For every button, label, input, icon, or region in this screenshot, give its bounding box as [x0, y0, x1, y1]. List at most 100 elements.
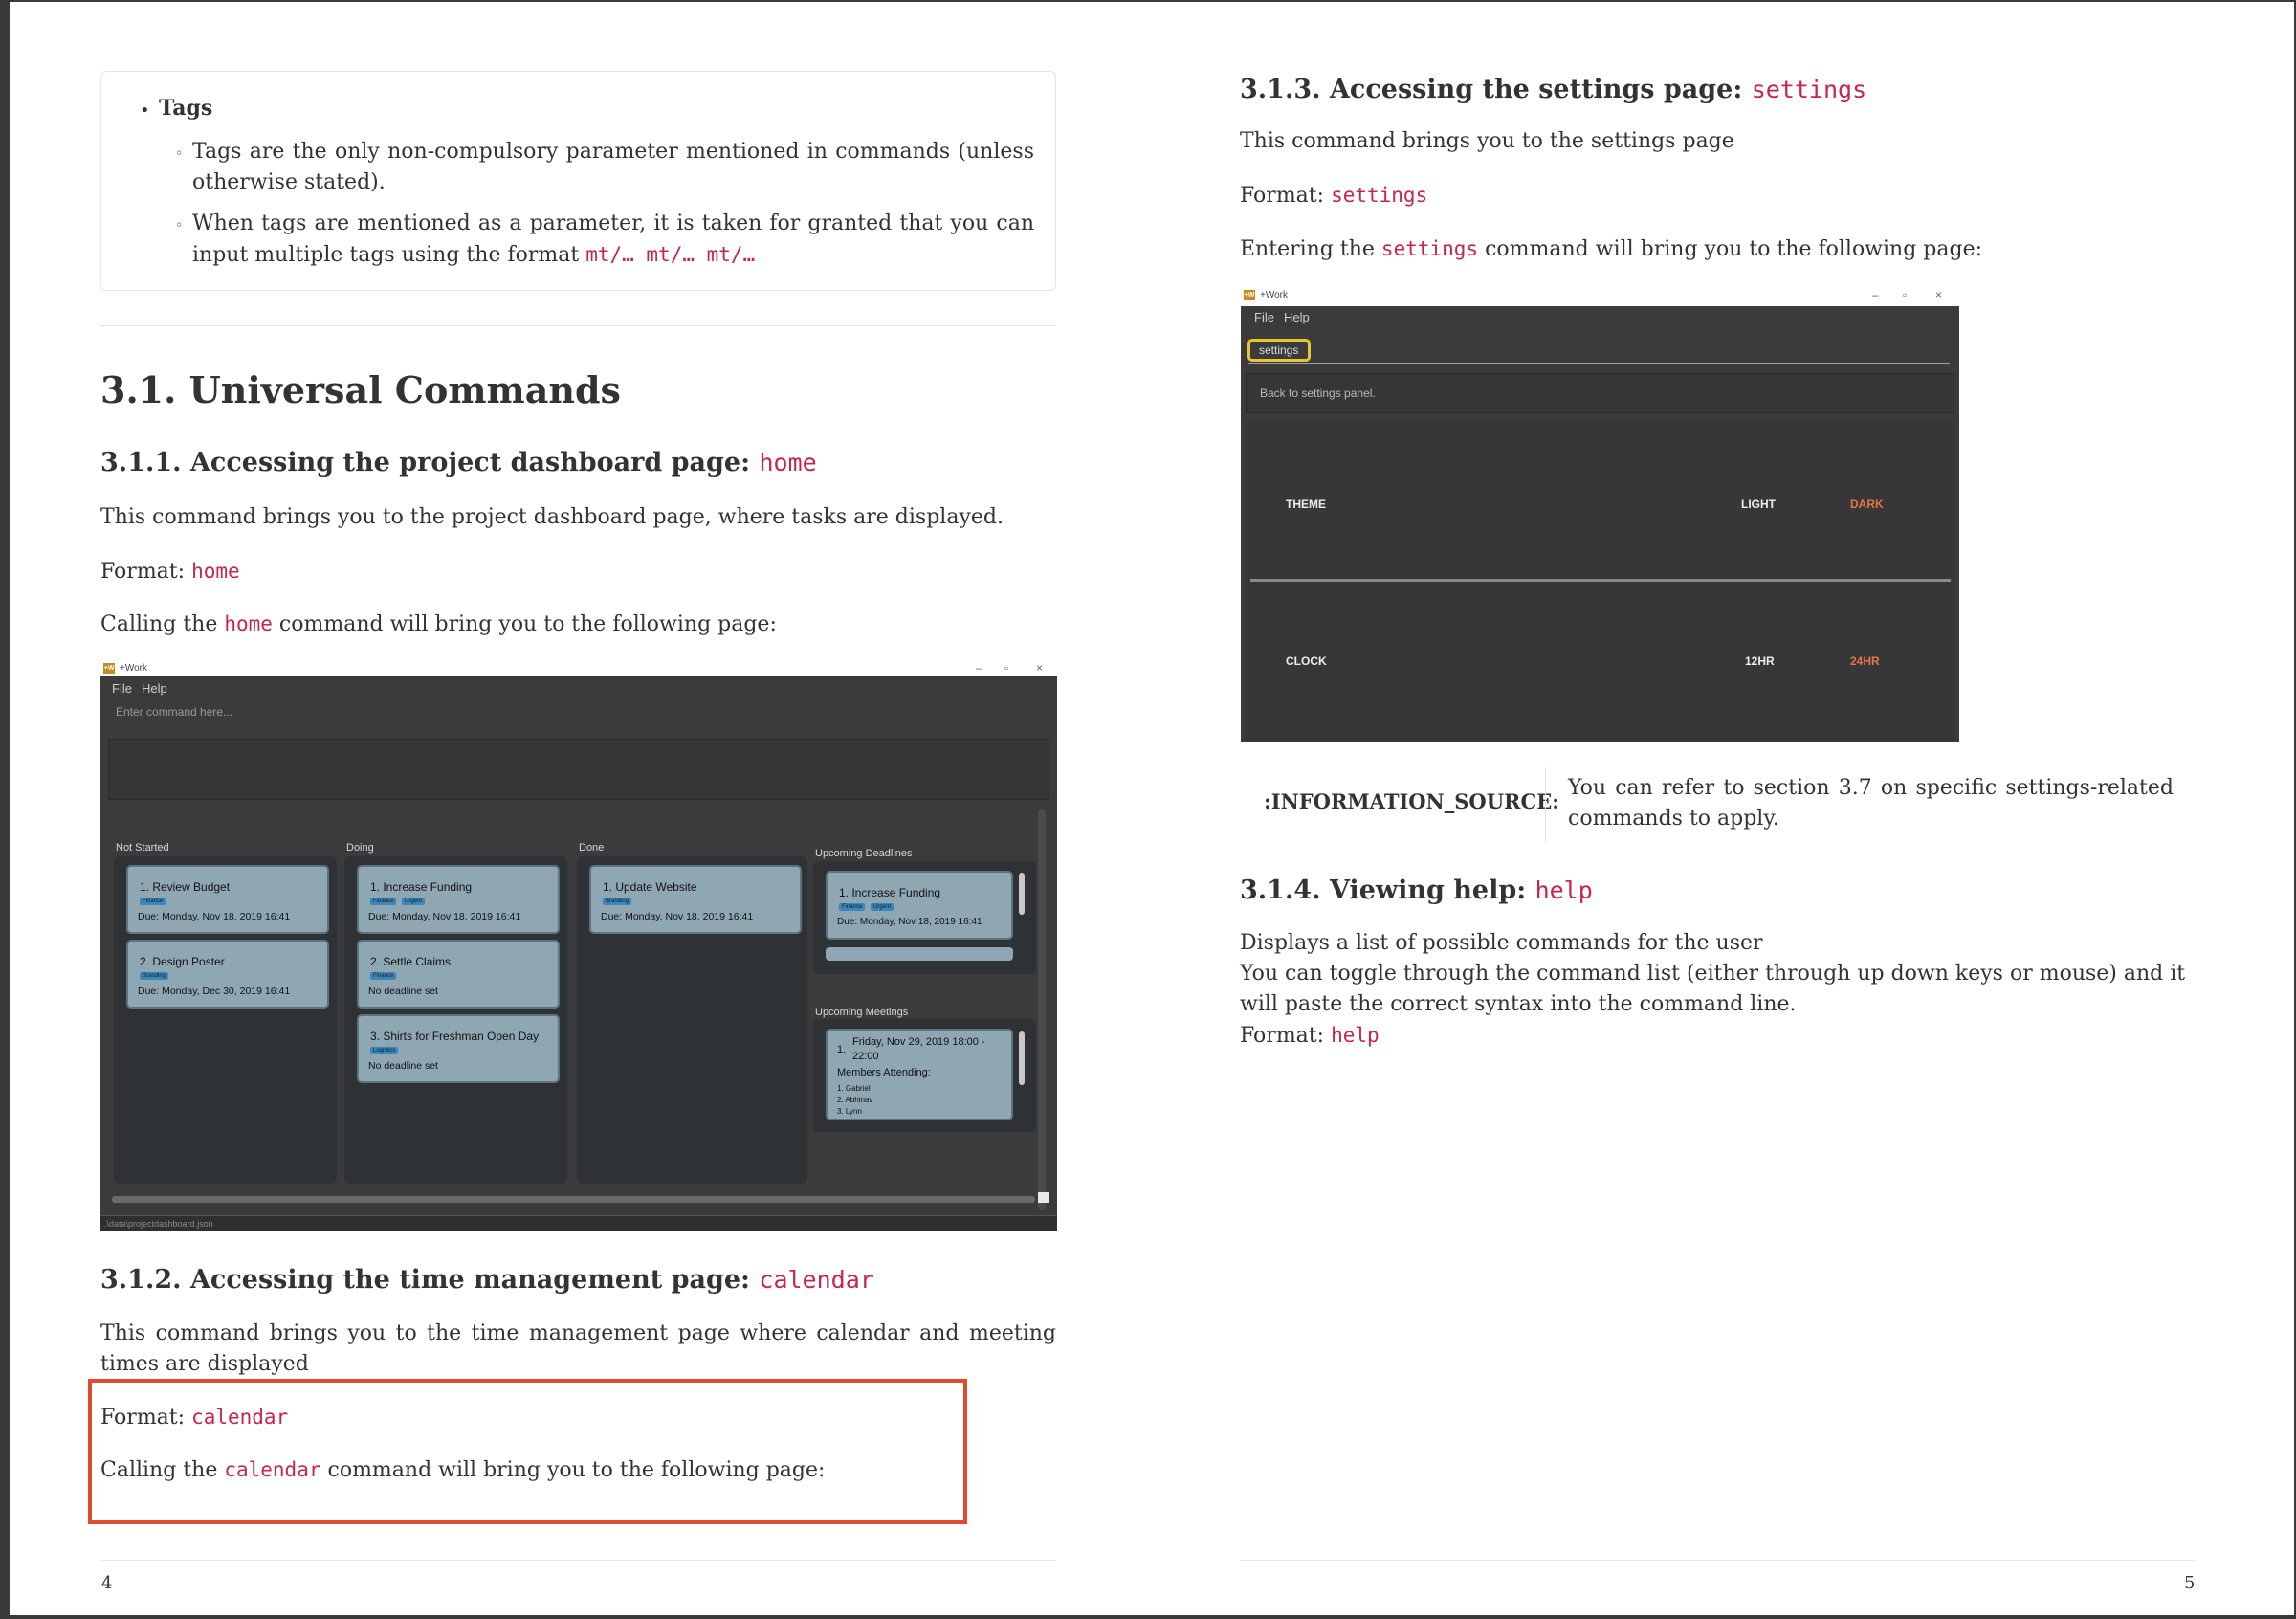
command-input[interactable]: Enter command here...: [112, 702, 1045, 721]
help-heading-text: 3.1.4. Viewing help:: [1240, 876, 1527, 905]
tags-item-2: When tags are mentioned as a parameter, …: [192, 209, 1034, 271]
task-title: 1. Increase Funding: [370, 880, 473, 894]
help-heading: 3.1.4. Viewing help: help: [1240, 876, 1593, 905]
tags-note-box: • Tags ◦ Tags are the only non-compulsor…: [100, 71, 1056, 291]
highlight-box: [88, 1379, 967, 1524]
footer-divider: [100, 1560, 1056, 1561]
minimize-icon[interactable]: –: [1872, 288, 1879, 301]
meeting-member: 2. Abhinav: [837, 1096, 873, 1104]
meeting-members-label: Members Attending:: [837, 1067, 931, 1078]
divider: [100, 325, 1056, 326]
help-description: Displays a list of possible commands for…: [1240, 928, 2197, 1052]
task-tag: Urgent: [402, 898, 426, 905]
calendar-heading-text: 3.1.2. Accessing the time management pag…: [100, 1265, 750, 1295]
window-title: +Work: [120, 663, 147, 674]
sub-bullet-icon: ◦: [175, 218, 184, 233]
maximize-icon[interactable]: ▫: [1903, 288, 1907, 301]
deadline-card[interactable]: 1. Increase Funding Finance Urgent Due: …: [826, 871, 1013, 940]
meeting-time-end: 22:00: [852, 1051, 879, 1062]
task-title: 3. Shirts for Freshman Open Day: [370, 1030, 540, 1043]
task-card[interactable]: 2. Design Poster Branding Due: Monday, D…: [126, 940, 329, 1009]
restore-icon[interactable]: ▫: [1004, 661, 1008, 675]
sub-bullet-icon: ◦: [175, 146, 184, 162]
menu-file[interactable]: File: [1254, 310, 1274, 324]
settings-screenshot: +W +Work – ▫ × File Help settings Back t…: [1241, 287, 1959, 742]
col-header-upcoming-deadlines: Upcoming Deadlines: [815, 848, 913, 859]
meeting-number: 1.: [837, 1044, 847, 1055]
settings-heading: 3.1.3. Accessing the settings page: sett…: [1240, 75, 1866, 104]
task-due: Due: Monday, Nov 18, 2019 16:41: [601, 911, 754, 922]
help-heading-code: help: [1534, 876, 1593, 904]
settings-divider: [1250, 579, 1951, 582]
status-bar: .\data\projectdashboard.json: [100, 1215, 1057, 1231]
meeting-member: 3. Lynn: [837, 1107, 862, 1116]
window-title: +Work: [1260, 290, 1288, 300]
app-icon: +W: [1244, 290, 1255, 300]
result-display: Back to settings panel.: [1246, 373, 1954, 413]
menu-file[interactable]: File: [112, 681, 132, 696]
task-card[interactable]: 3. Shirts for Freshman Open Day Logistic…: [357, 1014, 560, 1083]
home-format: Format: home: [100, 556, 240, 588]
col-header-done: Done: [579, 842, 605, 854]
info-source-label: :INFORMATION_SOURCE:: [1264, 789, 1559, 813]
bullet-icon: •: [140, 100, 150, 121]
tags-title: Tags: [159, 96, 213, 121]
task-tag: Branding: [603, 898, 632, 905]
theme-light-option[interactable]: LIGHT: [1741, 498, 1776, 511]
help-format-label: Format:: [1240, 1024, 1325, 1048]
task-card[interactable]: 1. Update Website Branding Due: Monday, …: [589, 865, 802, 934]
deadline-tag: Urgent: [871, 903, 894, 911]
help-line-2: You can toggle through the command list …: [1240, 962, 2186, 1016]
close-icon[interactable]: ×: [1036, 661, 1043, 675]
scroll-corner: [1038, 1192, 1049, 1203]
task-title: 2. Settle Claims: [370, 955, 452, 968]
footer-divider: [1240, 1560, 2196, 1561]
task-title: 2. Design Poster: [140, 955, 225, 968]
theme-label: THEME: [1286, 498, 1326, 511]
settings-entering-pre: Entering the: [1240, 237, 1375, 261]
calendar-description: This command brings you to the time mana…: [100, 1321, 1056, 1376]
task-card[interactable]: 1. Increase Funding Finance Urgent Due: …: [357, 865, 560, 934]
col-header-doing: Doing: [346, 842, 374, 854]
meeting-time: Friday, Nov 29, 2019 18:00 -: [852, 1036, 985, 1048]
home-calling-post: command will bring you to the following …: [278, 612, 777, 636]
deadline-scrollbar[interactable]: [1019, 873, 1025, 915]
theme-dark-option[interactable]: DARK: [1850, 498, 1884, 511]
menu-help[interactable]: Help: [142, 681, 167, 696]
task-card[interactable]: 1. Review Budget Finance Due: Monday, No…: [126, 865, 329, 934]
dashboard-titlebar: +W +Work – ▫ ×: [100, 660, 1057, 676]
home-heading-code: home: [759, 449, 817, 477]
meeting-card[interactable]: 1. Friday, Nov 29, 2019 18:00 - 22:00 Me…: [826, 1029, 1013, 1120]
home-description: This command brings you to the project d…: [100, 505, 1004, 529]
clock-12hr-option[interactable]: 12HR: [1745, 654, 1775, 668]
dashboard-screenshot: +W +Work – ▫ × File Help Enter command h…: [100, 660, 1057, 1231]
minimize-icon[interactable]: –: [976, 661, 982, 675]
close-icon[interactable]: ×: [1935, 288, 1942, 301]
horizontal-scrollbar[interactable]: [112, 1196, 1035, 1203]
meeting-scrollbar[interactable]: [1019, 1031, 1025, 1085]
task-card[interactable]: 2. Settle Claims Finance No deadline set: [357, 940, 560, 1009]
task-title: 1. Update Website: [603, 880, 697, 894]
info-divider: [1545, 767, 1546, 842]
task-tag: Finance: [370, 972, 397, 980]
task-due: No deadline set: [368, 986, 438, 997]
page-number-left: 4: [101, 1573, 113, 1593]
home-calling-code: home: [224, 612, 273, 635]
col-header-not-started: Not Started: [116, 842, 169, 854]
home-format-label: Format:: [100, 560, 186, 584]
settings-entering-code: settings: [1380, 237, 1479, 260]
help-format-code: help: [1331, 1024, 1380, 1047]
deadline-title: 1. Increase Funding: [839, 886, 941, 899]
home-format-code: home: [191, 560, 240, 583]
clock-label: CLOCK: [1286, 654, 1327, 668]
calendar-heading: 3.1.2. Accessing the time management pag…: [100, 1265, 874, 1295]
command-input[interactable]: settings: [1247, 339, 1311, 362]
vertical-scrollbar[interactable]: [1038, 809, 1046, 1210]
clock-24hr-option[interactable]: 24HR: [1850, 654, 1880, 668]
meeting-member: 1. Gabriel: [837, 1084, 871, 1093]
menu-help[interactable]: Help: [1284, 310, 1310, 324]
task-tag: Logistics: [370, 1047, 399, 1054]
home-calling-pre: Calling the: [100, 612, 218, 636]
result-display: [108, 739, 1049, 800]
settings-format-code: settings: [1331, 184, 1428, 207]
